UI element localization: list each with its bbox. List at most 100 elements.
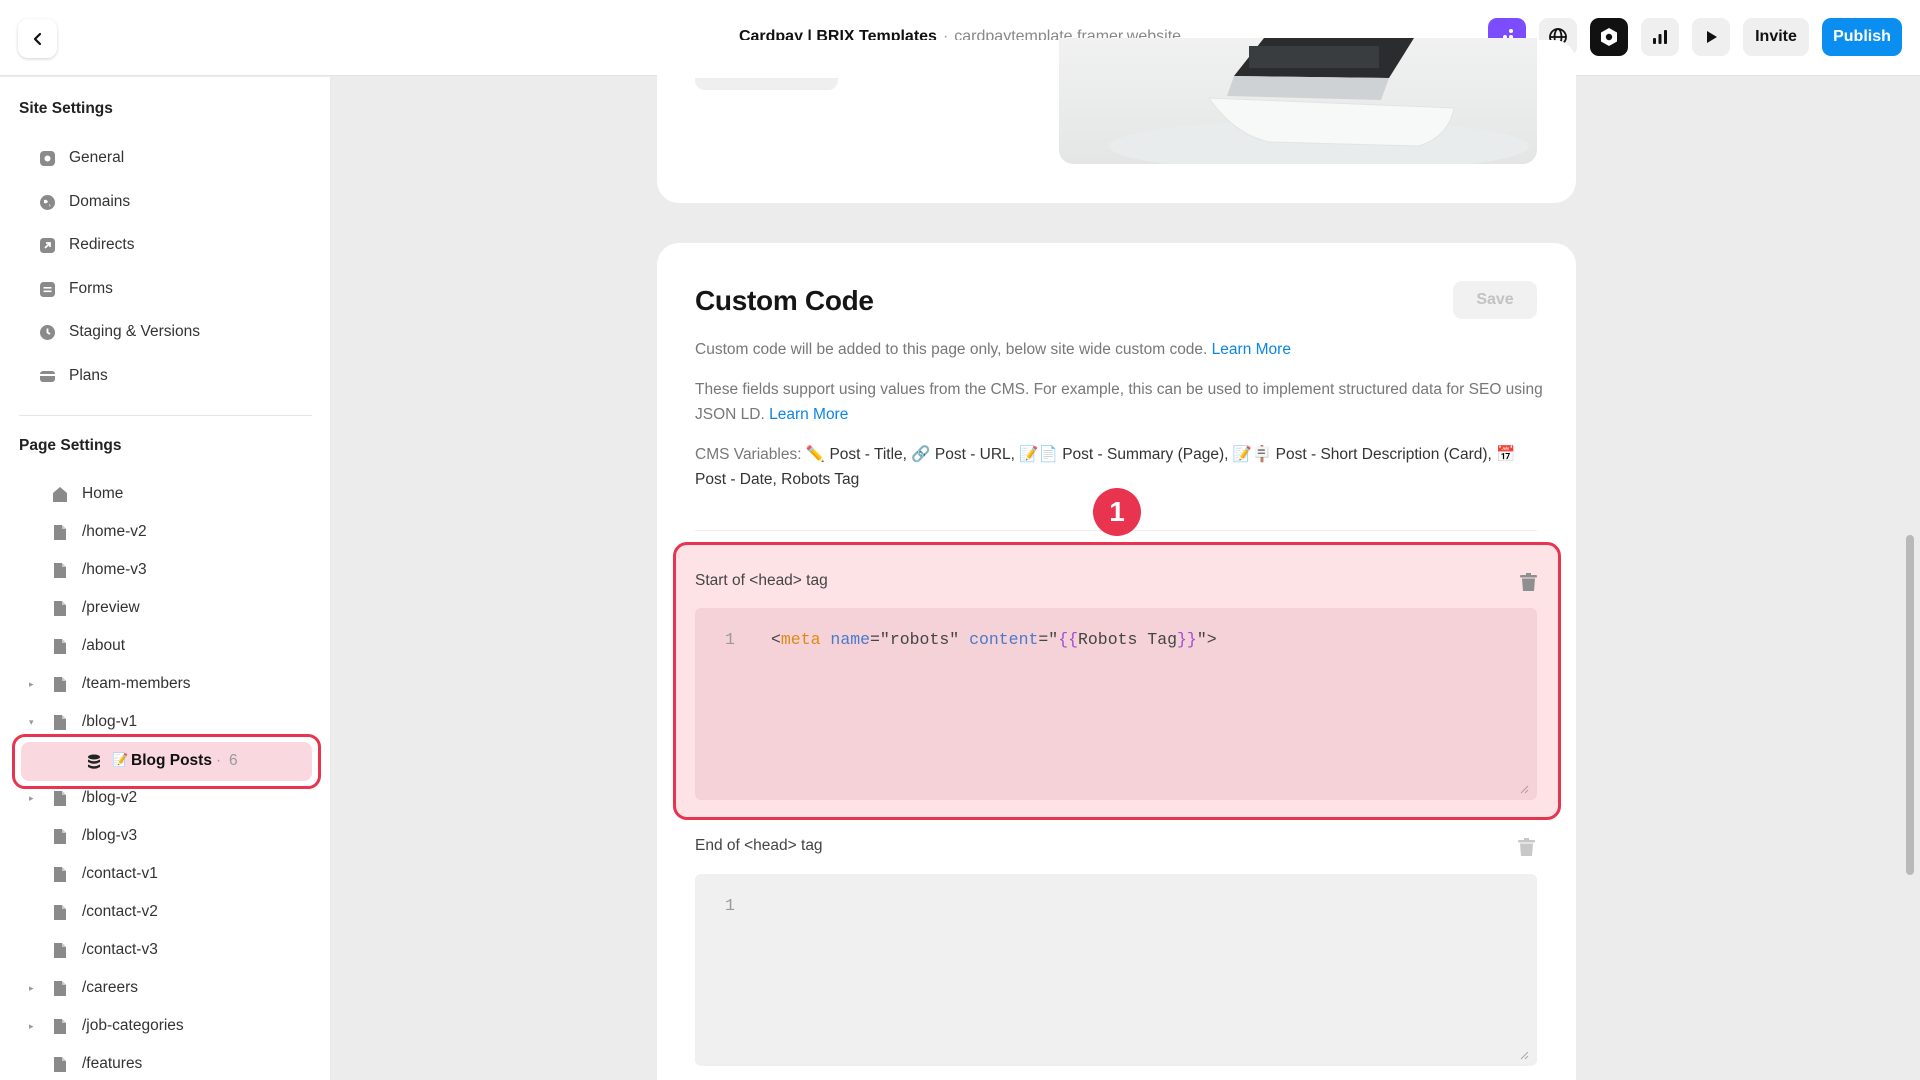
code-token: content (969, 630, 1039, 649)
line-number: 1 (725, 630, 735, 649)
code-line: <meta name="robots" content="{{Robots Ta… (771, 630, 1217, 649)
start-head-code-editor[interactable]: 1 <meta name="robots" content="{{Robots … (695, 608, 1537, 800)
code-token: "> (1196, 630, 1217, 649)
sidebar-page-item[interactable]: /home-v2 (0, 517, 330, 547)
blog-posts-count-separator: · (216, 752, 222, 769)
learn-more-link-1[interactable]: Learn More (1212, 341, 1291, 358)
sidebar-page-label: /blog-v2 (82, 789, 138, 806)
page-preview-card (657, 38, 1576, 203)
sidebar-item-label: Redirects (69, 236, 135, 253)
globe-icon (38, 193, 56, 211)
trash-icon[interactable] (1518, 838, 1535, 857)
sidebar-page-label: /preview (82, 599, 140, 616)
blog-posts-count: 6 (229, 752, 238, 769)
desc1-text: Custom code will be added to this page o… (695, 341, 1208, 358)
home-icon (53, 487, 67, 502)
sidebar-item-label: General (69, 149, 125, 166)
database-icon (88, 754, 100, 769)
sidebar-page-item[interactable]: /features (0, 1049, 330, 1079)
sidebar-item-blog-posts[interactable]: 📝 Blog Posts · 6 (21, 742, 312, 781)
laptop-preview-image (1059, 38, 1537, 164)
sidebar-page-item[interactable]: /preview (0, 593, 330, 623)
resize-handle-icon[interactable] (1520, 785, 1529, 794)
sidebar-page-label: /blog-v1 (82, 713, 138, 730)
sidebar-page-label: /home-v2 (82, 523, 147, 540)
page-icon (54, 981, 66, 996)
blog-posts-label: Blog Posts (131, 752, 212, 769)
end-head-label: End of <head> tag (695, 837, 823, 854)
caret-down-icon[interactable]: ▾ (29, 717, 39, 728)
sidebar-page-label: /job-categories (82, 1017, 184, 1034)
trash-icon[interactable] (1520, 573, 1537, 592)
sidebar-page-label: /contact-v2 (82, 903, 158, 920)
sidebar-page-item[interactable]: Home (0, 479, 330, 509)
sidebar-item-forms[interactable]: Forms (38, 274, 113, 304)
sidebar-page-label: /careers (82, 979, 138, 996)
sidebar-page-item[interactable]: /contact-v3 (0, 935, 330, 965)
sidebar-page-item[interactable]: /contact-v2 (0, 897, 330, 927)
page-icon (54, 1057, 66, 1072)
caret-right-icon[interactable]: ▸ (29, 1021, 39, 1032)
sidebar-page-item[interactable]: /contact-v1 (0, 859, 330, 889)
card-icon (38, 367, 56, 385)
form-icon (38, 280, 56, 298)
highlight-start-head-field: Start of <head> tag 1 <meta name="robots… (673, 542, 1561, 820)
resize-handle-icon[interactable] (1520, 1051, 1529, 1060)
sidebar-page-label: /blog-v3 (82, 827, 138, 844)
cms-variables-prefix: CMS Variables: (695, 446, 802, 463)
publish-button[interactable]: Publish (1822, 18, 1902, 56)
sidebar-page-item[interactable]: ▸ /job-categories (0, 1011, 330, 1041)
preview-play-button[interactable] (1692, 18, 1730, 56)
sidebar-item-label: Forms (69, 280, 113, 297)
sidebar-item-general[interactable]: General (38, 143, 124, 173)
page-icon (54, 829, 66, 844)
play-icon (1707, 31, 1717, 43)
sidebar-page-item[interactable]: ▸ /team-members (0, 669, 330, 699)
sidebar-item-label: Domains (69, 193, 131, 210)
page-icon (54, 715, 66, 730)
sidebar-page-label: /contact-v3 (82, 941, 158, 958)
redirect-icon (38, 236, 56, 254)
sidebar-page-item[interactable]: ▾ /blog-v1 (0, 707, 330, 737)
sidebar-page-label: /about (82, 637, 126, 654)
sidebar-item-staging-versions[interactable]: Staging & Versions (38, 317, 200, 347)
learn-more-link-2[interactable]: Learn More (769, 406, 848, 423)
sidebar-page-item[interactable]: ▸ /careers (0, 973, 330, 1003)
framer-logo-icon (1601, 28, 1617, 46)
sidebar-page-label: Home (82, 485, 124, 502)
code-token: < (771, 630, 781, 649)
sidebar-item-plans[interactable]: Plans (38, 361, 108, 391)
sidebar-divider (19, 415, 312, 416)
analytics-icon (1653, 30, 1667, 44)
code-token: name (830, 630, 871, 649)
sidebar-item-label: Plans (69, 367, 108, 384)
sidebar-item-domains[interactable]: Domains (38, 187, 130, 217)
save-button[interactable]: Save (1453, 281, 1537, 319)
code-token: ="robots" (870, 630, 970, 649)
sidebar-page-item[interactable]: /blog-v3 (0, 821, 330, 851)
sidebar-item-label: Staging & Versions (69, 323, 200, 340)
line-number: 1 (725, 896, 735, 915)
site-settings-heading: Site Settings (19, 100, 113, 117)
sidebar-page-item[interactable]: /about (0, 631, 330, 661)
code-token: {{ (1058, 630, 1078, 649)
end-head-code-editor[interactable]: 1 (695, 874, 1537, 1066)
framer-logo-button[interactable] (1590, 18, 1628, 56)
annotation-badge: 1 (1093, 488, 1141, 536)
sidebar-page-item[interactable]: /home-v3 (0, 555, 330, 585)
page-icon (54, 905, 66, 920)
analytics-button[interactable] (1641, 18, 1679, 56)
preview-card-button-stub (695, 78, 838, 90)
main-scrollbar[interactable] (1906, 535, 1914, 875)
cms-description: These fields support using values from t… (695, 378, 1545, 427)
invite-button[interactable]: Invite (1743, 18, 1809, 56)
code-token: =" (1038, 630, 1059, 649)
sidebar-page-label: /home-v3 (82, 561, 147, 578)
caret-right-icon[interactable]: ▸ (29, 679, 39, 690)
page-icon (54, 943, 66, 958)
start-head-label: Start of <head> tag (695, 572, 828, 589)
sidebar-item-redirects[interactable]: Redirects (38, 230, 134, 260)
caret-right-icon[interactable]: ▸ (29, 983, 39, 994)
caret-right-icon[interactable]: ▸ (29, 793, 39, 804)
cms-variables: ✏️ Post - Title, 🔗 Post - URL, 📝📄 Post -… (695, 446, 1516, 488)
